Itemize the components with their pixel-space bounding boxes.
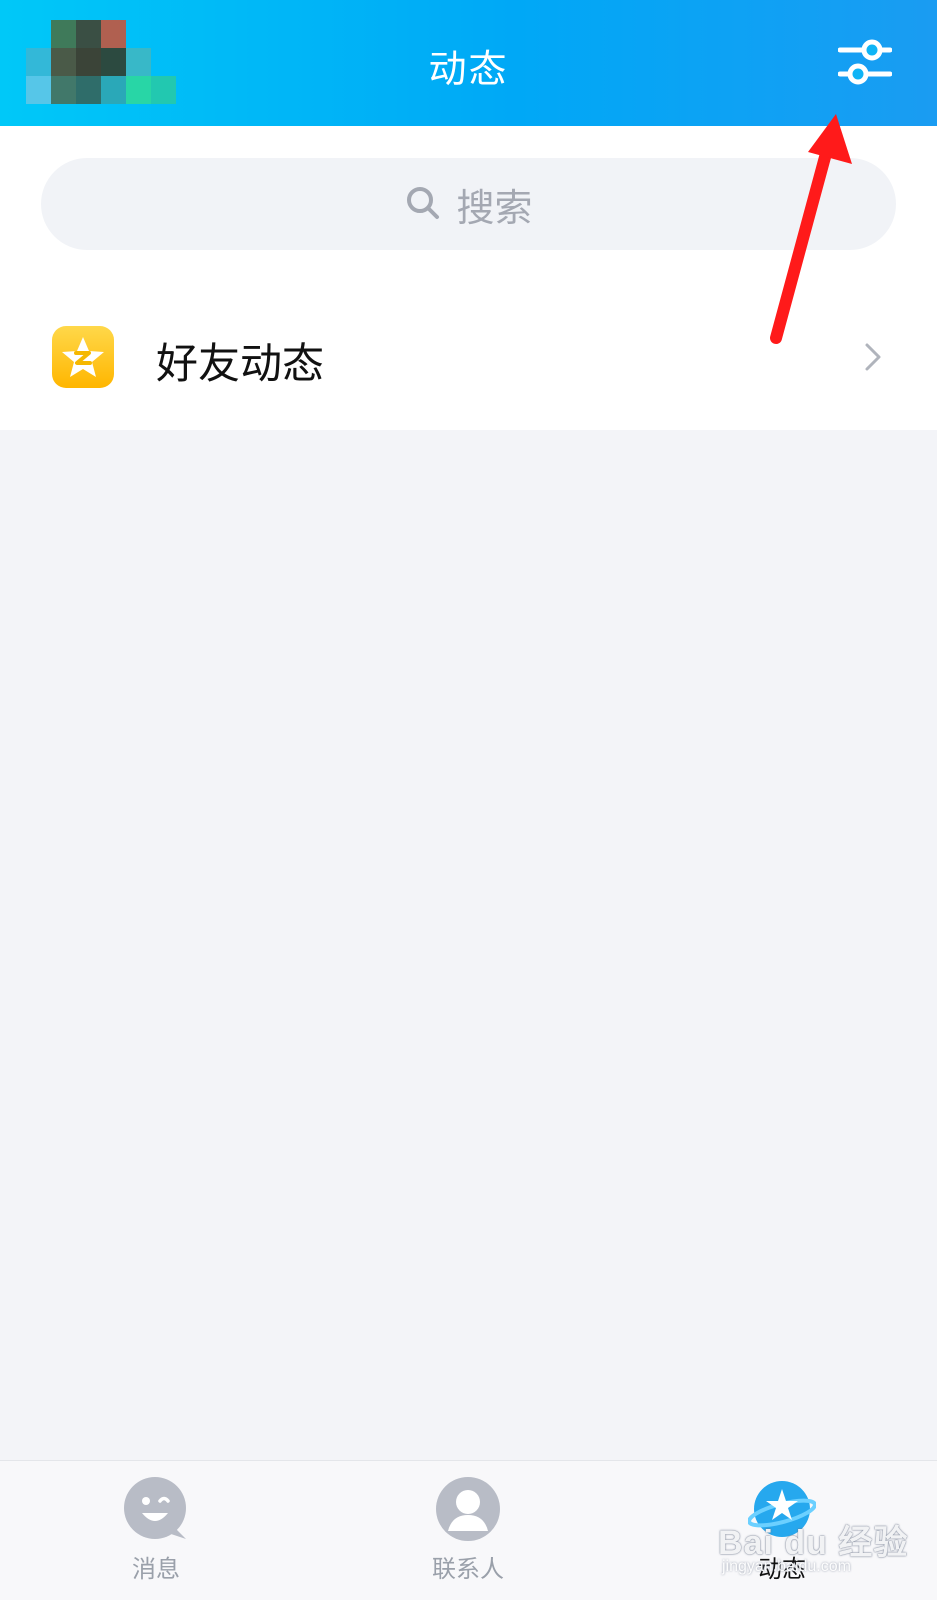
annotation-arrow-icon	[770, 114, 852, 344]
tab-contacts[interactable]: 联系人	[388, 1475, 548, 1595]
watermark-url: jingyan.baidu.com	[722, 1558, 851, 1575]
sliders-icon[interactable]	[837, 36, 893, 88]
tab-label: 联系人	[432, 1555, 504, 1583]
chevron-right-icon	[865, 343, 881, 371]
list-item-label: 好友动态	[156, 339, 325, 388]
page-title: 动态	[428, 47, 509, 91]
tab-label: 消息	[132, 1555, 180, 1583]
search-icon	[407, 187, 440, 219]
search-placeholder: 搜索	[456, 185, 533, 230]
qzone-star-icon	[52, 326, 114, 388]
watermark-brand: Bai du 经验	[718, 1524, 909, 1562]
contact-person-icon	[436, 1477, 500, 1541]
chat-bubble-icon	[124, 1477, 186, 1539]
tab-messages[interactable]: 消息	[76, 1475, 236, 1595]
